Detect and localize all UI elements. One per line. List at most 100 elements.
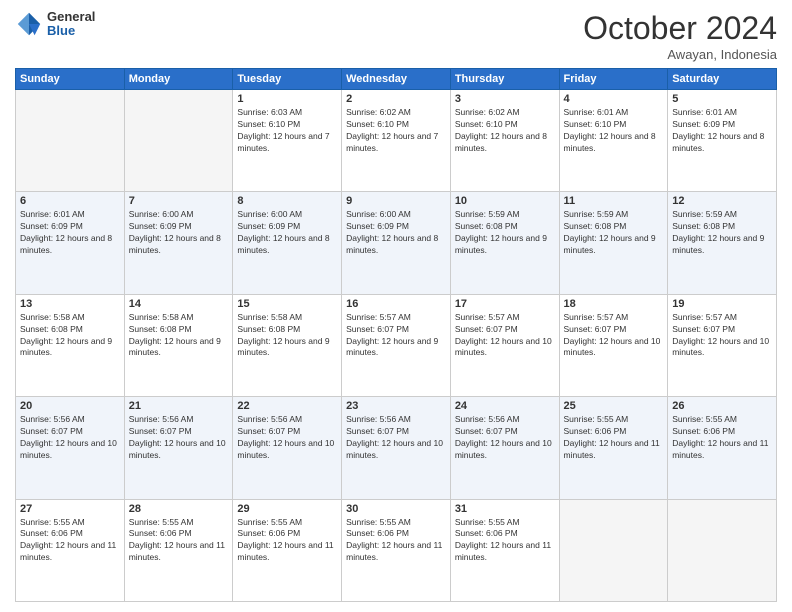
day-cell: 26 Sunrise: 5:55 AM Sunset: 6:06 PM Dayli… bbox=[668, 397, 777, 499]
day-info: Sunrise: 5:58 AM Sunset: 6:08 PM Dayligh… bbox=[237, 312, 337, 360]
day-number: 19 bbox=[672, 298, 772, 310]
day-info: Sunrise: 5:55 AM Sunset: 6:06 PM Dayligh… bbox=[346, 517, 446, 565]
title-section: October 2024 Awayan, Indonesia bbox=[583, 10, 777, 62]
week-row-4: 20 Sunrise: 5:56 AM Sunset: 6:07 PM Dayli… bbox=[16, 397, 777, 499]
week-row-1: 1 Sunrise: 6:03 AM Sunset: 6:10 PM Daylig… bbox=[16, 90, 777, 192]
day-info: Sunrise: 6:01 AM Sunset: 6:09 PM Dayligh… bbox=[672, 107, 772, 155]
day-number: 9 bbox=[346, 195, 446, 207]
day-cell: 6 Sunrise: 6:01 AM Sunset: 6:09 PM Daylig… bbox=[16, 192, 125, 294]
day-number: 17 bbox=[455, 298, 555, 310]
day-cell: 2Sunrise: 6:02 AM Sunset: 6:10 PM Daylig… bbox=[342, 90, 451, 192]
day-info: Sunrise: 5:57 AM Sunset: 6:07 PM Dayligh… bbox=[346, 312, 446, 360]
day-info: Sunrise: 5:59 AM Sunset: 6:08 PM Dayligh… bbox=[564, 209, 664, 257]
day-number: 6 bbox=[20, 195, 120, 207]
day-info: Sunrise: 5:56 AM Sunset: 6:07 PM Dayligh… bbox=[20, 414, 120, 462]
day-cell: 4 Sunrise: 6:01 AM Sunset: 6:10 PM Daylig… bbox=[559, 90, 668, 192]
week-row-5: 27 Sunrise: 5:55 AM Sunset: 6:06 PM Dayli… bbox=[16, 499, 777, 601]
day-number: 4 bbox=[564, 93, 664, 105]
day-cell: 29 Sunrise: 5:55 AM Sunset: 6:06 PM Dayli… bbox=[233, 499, 342, 601]
day-number: 8 bbox=[237, 195, 337, 207]
day-cell: 30 Sunrise: 5:55 AM Sunset: 6:06 PM Dayli… bbox=[342, 499, 451, 601]
day-info: Sunrise: 5:59 AM Sunset: 6:08 PM Dayligh… bbox=[455, 209, 555, 257]
day-number: 20 bbox=[20, 400, 120, 412]
day-info: Sunrise: 5:58 AM Sunset: 6:08 PM Dayligh… bbox=[20, 312, 120, 360]
day-cell: 23 Sunrise: 5:56 AM Sunset: 6:07 PM Dayli… bbox=[342, 397, 451, 499]
day-number: 12 bbox=[672, 195, 772, 207]
day-number: 10 bbox=[455, 195, 555, 207]
day-info: Sunrise: 5:56 AM Sunset: 6:07 PM Dayligh… bbox=[455, 414, 555, 462]
col-sunday: Sunday bbox=[16, 69, 125, 90]
day-number: 28 bbox=[129, 503, 229, 515]
day-cell: 1 Sunrise: 6:03 AM Sunset: 6:10 PM Daylig… bbox=[233, 90, 342, 192]
day-number: 1 bbox=[237, 93, 337, 105]
day-cell: 22 Sunrise: 5:56 AM Sunset: 6:07 PM Dayli… bbox=[233, 397, 342, 499]
day-cell: 17Sunrise: 5:57 AM Sunset: 6:07 PM Dayli… bbox=[450, 294, 559, 396]
day-cell: 31 Sunrise: 5:55 AM Sunset: 6:06 PM Dayli… bbox=[450, 499, 559, 601]
day-number: 26 bbox=[672, 400, 772, 412]
day-cell bbox=[668, 499, 777, 601]
day-info: Sunrise: 5:55 AM Sunset: 6:06 PM Dayligh… bbox=[237, 517, 337, 565]
day-info: Sunrise: 5:57 AM Sunset: 6:07 PM Dayligh… bbox=[564, 312, 664, 360]
day-info: Sunrise: 5:59 AM Sunset: 6:08 PM Dayligh… bbox=[672, 209, 772, 257]
day-cell: 20 Sunrise: 5:56 AM Sunset: 6:07 PM Dayli… bbox=[16, 397, 125, 499]
location: Awayan, Indonesia bbox=[583, 47, 777, 62]
day-cell: 16 Sunrise: 5:57 AM Sunset: 6:07 PM Dayli… bbox=[342, 294, 451, 396]
day-info: Sunrise: 6:02 AM Sunset: 6:10 PM Dayligh… bbox=[346, 107, 446, 155]
day-info: Sunrise: 6:01 AM Sunset: 6:09 PM Dayligh… bbox=[20, 209, 120, 257]
day-cell: 27 Sunrise: 5:55 AM Sunset: 6:06 PM Dayli… bbox=[16, 499, 125, 601]
day-cell: 8 Sunrise: 6:00 AM Sunset: 6:09 PM Daylig… bbox=[233, 192, 342, 294]
day-number: 11 bbox=[564, 195, 664, 207]
day-cell: 21 Sunrise: 5:56 AM Sunset: 6:07 PM Dayli… bbox=[124, 397, 233, 499]
day-cell: 9 Sunrise: 6:00 AM Sunset: 6:09 PM Daylig… bbox=[342, 192, 451, 294]
day-info: Sunrise: 5:56 AM Sunset: 6:07 PM Dayligh… bbox=[346, 414, 446, 462]
day-info: Sunrise: 6:03 AM Sunset: 6:10 PM Dayligh… bbox=[237, 107, 337, 155]
logo: General Blue bbox=[15, 10, 95, 39]
day-cell: 13Sunrise: 5:58 AM Sunset: 6:08 PM Dayli… bbox=[16, 294, 125, 396]
day-info: Sunrise: 6:00 AM Sunset: 6:09 PM Dayligh… bbox=[129, 209, 229, 257]
day-cell: 12 Sunrise: 5:59 AM Sunset: 6:08 PM Dayli… bbox=[668, 192, 777, 294]
day-number: 29 bbox=[237, 503, 337, 515]
logo-text: General Blue bbox=[47, 10, 95, 39]
day-number: 16 bbox=[346, 298, 446, 310]
day-info: Sunrise: 5:58 AM Sunset: 6:08 PM Dayligh… bbox=[129, 312, 229, 360]
header-row: Sunday Monday Tuesday Wednesday Thursday… bbox=[16, 69, 777, 90]
day-info: Sunrise: 5:56 AM Sunset: 6:07 PM Dayligh… bbox=[129, 414, 229, 462]
day-number: 22 bbox=[237, 400, 337, 412]
day-info: Sunrise: 5:55 AM Sunset: 6:06 PM Dayligh… bbox=[672, 414, 772, 462]
day-number: 14 bbox=[129, 298, 229, 310]
day-cell bbox=[124, 90, 233, 192]
day-cell: 5 Sunrise: 6:01 AM Sunset: 6:09 PM Daylig… bbox=[668, 90, 777, 192]
day-number: 27 bbox=[20, 503, 120, 515]
day-info: Sunrise: 6:02 AM Sunset: 6:10 PM Dayligh… bbox=[455, 107, 555, 155]
day-number: 31 bbox=[455, 503, 555, 515]
day-cell: 15 Sunrise: 5:58 AM Sunset: 6:08 PM Dayli… bbox=[233, 294, 342, 396]
logo-icon bbox=[15, 10, 43, 38]
day-info: Sunrise: 6:00 AM Sunset: 6:09 PM Dayligh… bbox=[237, 209, 337, 257]
day-number: 23 bbox=[346, 400, 446, 412]
calendar-table: Sunday Monday Tuesday Wednesday Thursday… bbox=[15, 68, 777, 602]
day-cell: 3 Sunrise: 6:02 AM Sunset: 6:10 PM Daylig… bbox=[450, 90, 559, 192]
week-row-3: 13Sunrise: 5:58 AM Sunset: 6:08 PM Dayli… bbox=[16, 294, 777, 396]
day-number: 21 bbox=[129, 400, 229, 412]
col-friday: Friday bbox=[559, 69, 668, 90]
col-saturday: Saturday bbox=[668, 69, 777, 90]
day-cell: 11 Sunrise: 5:59 AM Sunset: 6:08 PM Dayli… bbox=[559, 192, 668, 294]
day-cell: 24Sunrise: 5:56 AM Sunset: 6:07 PM Dayli… bbox=[450, 397, 559, 499]
day-info: Sunrise: 5:57 AM Sunset: 6:07 PM Dayligh… bbox=[672, 312, 772, 360]
day-info: Sunrise: 6:01 AM Sunset: 6:10 PM Dayligh… bbox=[564, 107, 664, 155]
day-number: 5 bbox=[672, 93, 772, 105]
col-thursday: Thursday bbox=[450, 69, 559, 90]
day-number: 15 bbox=[237, 298, 337, 310]
day-cell: 18Sunrise: 5:57 AM Sunset: 6:07 PM Dayli… bbox=[559, 294, 668, 396]
day-info: Sunrise: 6:00 AM Sunset: 6:09 PM Dayligh… bbox=[346, 209, 446, 257]
col-wednesday: Wednesday bbox=[342, 69, 451, 90]
day-info: Sunrise: 5:55 AM Sunset: 6:06 PM Dayligh… bbox=[129, 517, 229, 565]
header: General Blue October 2024 Awayan, Indone… bbox=[15, 10, 777, 62]
month-title: October 2024 bbox=[583, 10, 777, 47]
day-info: Sunrise: 5:55 AM Sunset: 6:06 PM Dayligh… bbox=[20, 517, 120, 565]
day-info: Sunrise: 5:55 AM Sunset: 6:06 PM Dayligh… bbox=[564, 414, 664, 462]
day-info: Sunrise: 5:55 AM Sunset: 6:06 PM Dayligh… bbox=[455, 517, 555, 565]
day-info: Sunrise: 5:56 AM Sunset: 6:07 PM Dayligh… bbox=[237, 414, 337, 462]
day-number: 3 bbox=[455, 93, 555, 105]
day-number: 30 bbox=[346, 503, 446, 515]
